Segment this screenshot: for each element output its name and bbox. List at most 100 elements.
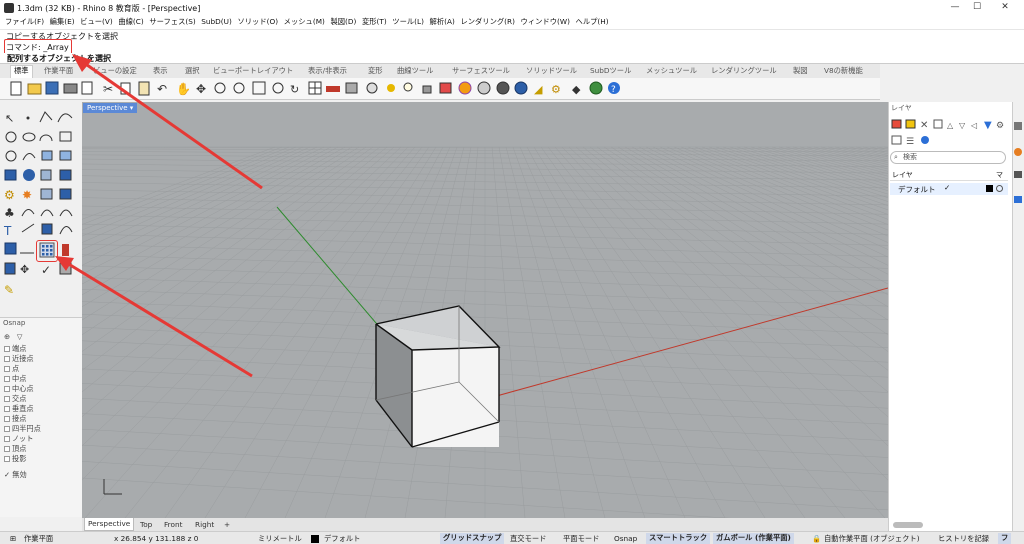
help-panel-icon[interactable] xyxy=(1014,196,1022,203)
menu-transform[interactable]: 変形(T) xyxy=(361,16,391,27)
menu-edit[interactable]: 編集(E) xyxy=(49,16,80,27)
move-down-icon[interactable]: ▽ xyxy=(959,121,966,130)
pan-icon[interactable]: ✋ xyxy=(176,82,191,96)
menu-view[interactable]: ビュー(V) xyxy=(79,16,117,27)
copy-icon[interactable] xyxy=(120,82,131,95)
point-tool-icon[interactable] xyxy=(26,116,30,120)
status-units[interactable]: ミリメートル xyxy=(258,534,302,544)
import-icon[interactable] xyxy=(81,81,93,95)
flow-icon[interactable] xyxy=(59,209,73,217)
layer-color-swatch[interactable] xyxy=(986,185,993,192)
filter-icon[interactable]: ▼ xyxy=(984,120,992,131)
osnap-vertex[interactable]: 頂点 xyxy=(4,444,26,454)
grasshopper-icon[interactable] xyxy=(589,81,603,95)
box-object[interactable] xyxy=(375,305,501,448)
circle-tool-icon[interactable] xyxy=(5,131,17,143)
plugin-icon[interactable]: ◆ xyxy=(572,83,581,96)
tab-subd-tools[interactable]: SubDツール xyxy=(590,66,631,76)
zoom-window-icon[interactable] xyxy=(233,82,245,94)
tab-display[interactable]: 表示 xyxy=(153,66,168,76)
layer-icon[interactable] xyxy=(439,82,452,94)
extrude-surface-icon[interactable] xyxy=(59,150,72,161)
polyline-icon[interactable] xyxy=(39,111,53,123)
tab-standard[interactable]: 標準 xyxy=(10,65,33,78)
smart-track-toggle[interactable]: スマートトラック xyxy=(646,533,711,544)
dimension-icon[interactable] xyxy=(21,223,35,233)
color-panel-icon[interactable] xyxy=(1014,148,1022,156)
layer-material-icon[interactable] xyxy=(996,185,1003,192)
shade-icon[interactable] xyxy=(345,82,358,94)
zoom-selected-icon[interactable] xyxy=(272,82,284,94)
hide-icon[interactable] xyxy=(59,262,72,275)
open-file-icon[interactable] xyxy=(27,83,42,95)
tab-viewport-layout[interactable]: ビューポートレイアウト xyxy=(213,66,293,76)
tab-right[interactable]: Right xyxy=(195,520,214,529)
viewport-label[interactable]: Perspective ▾ xyxy=(83,103,138,113)
osnap-knot[interactable]: ノット xyxy=(4,434,33,444)
material-ball-icon[interactable] xyxy=(477,81,491,95)
command-line[interactable] xyxy=(0,41,1024,53)
minimize-button[interactable]: — xyxy=(948,2,962,14)
move-up-parent-icon[interactable]: ◁ xyxy=(970,121,977,130)
add-view-tab-button[interactable]: + xyxy=(224,520,230,529)
ellipse-tool-icon[interactable] xyxy=(22,132,36,142)
menu-subd[interactable]: SubD(U) xyxy=(200,16,236,27)
tab-mesh-tools[interactable]: メッシュツール xyxy=(646,66,697,76)
help-icon[interactable]: ? xyxy=(608,82,620,95)
surface-icon[interactable] xyxy=(41,150,53,161)
tab-transform[interactable]: 変形 xyxy=(368,66,383,76)
environment-icon[interactable] xyxy=(496,81,510,95)
bend-solid-icon[interactable] xyxy=(4,262,16,275)
viewport-layout-icon[interactable] xyxy=(308,81,322,95)
menu-dimension[interactable]: 製図(D) xyxy=(329,16,361,27)
light-bulb-icon[interactable] xyxy=(403,82,413,92)
display-panel-icon[interactable] xyxy=(1014,171,1022,178)
menu-render[interactable]: レンダリング(R) xyxy=(459,16,519,27)
osnap-toggle[interactable]: Osnap xyxy=(614,534,637,543)
osnap-intersection[interactable]: 交点 xyxy=(4,394,26,404)
osnap-mid[interactable]: 中点 xyxy=(4,374,26,384)
text-tool-icon[interactable]: T xyxy=(3,224,12,238)
tab-surface-tools[interactable]: サーフェスツール xyxy=(452,66,510,76)
blend-icon[interactable]: ♣ xyxy=(4,206,15,220)
curve-icon[interactable] xyxy=(57,113,73,123)
offset-curve-icon[interactable] xyxy=(22,153,36,161)
tab-visibility[interactable]: 表示/非表示 xyxy=(308,66,347,76)
fillet-curve-icon[interactable] xyxy=(5,150,17,162)
layer-scrollbar[interactable] xyxy=(893,522,923,528)
table-view-icon[interactable] xyxy=(891,135,902,145)
point-icon[interactable] xyxy=(387,84,395,92)
array-linear-icon[interactable] xyxy=(62,244,69,256)
menu-file[interactable]: ファイル(F) xyxy=(4,16,49,27)
menu-tools[interactable]: ツール(L) xyxy=(391,16,428,27)
bend-icon[interactable] xyxy=(21,209,35,217)
menu-window[interactable]: ウィンドウ(W) xyxy=(520,16,575,27)
menu-surface[interactable]: サーフェス(S) xyxy=(148,16,200,27)
color-wheel-icon[interactable] xyxy=(458,81,472,95)
gear-tools-icon[interactable]: ⚙ xyxy=(551,83,561,96)
render-sphere-icon[interactable] xyxy=(514,81,528,95)
select-arrow-icon[interactable]: ↖ xyxy=(5,112,14,125)
move-icon[interactable] xyxy=(41,223,53,235)
menu-curve[interactable]: 曲線(C) xyxy=(117,16,148,27)
new-file-icon[interactable] xyxy=(10,81,22,96)
osnap-project[interactable]: 投影 xyxy=(4,454,26,464)
list-view-icon[interactable]: ☰ xyxy=(906,137,914,147)
record-history-toggle[interactable]: ヒストリを記録 xyxy=(938,534,989,544)
tab-curve-tools[interactable]: 曲線ツール xyxy=(397,66,433,76)
layer-row-default[interactable]: デフォルト ✓ xyxy=(890,183,1008,195)
check-tool-icon[interactable]: ✓ xyxy=(41,263,51,277)
zoom-icon[interactable] xyxy=(214,82,226,94)
menu-analyze[interactable]: 解析(A) xyxy=(429,16,460,27)
gear-solid-icon[interactable]: ⚙ xyxy=(4,188,15,202)
status-layer[interactable]: デフォルト xyxy=(324,534,360,544)
osnap-point[interactable]: 点 xyxy=(4,364,19,374)
osnap-toolbar[interactable]: ⊕ ▽ xyxy=(4,332,22,341)
planar-toggle[interactable]: 平面モード xyxy=(563,534,599,544)
rectangle-tool-icon[interactable] xyxy=(59,131,72,142)
car-icon[interactable] xyxy=(326,86,340,92)
move-up-icon[interactable]: △ xyxy=(947,121,954,130)
cylinder-tool-icon[interactable] xyxy=(40,169,52,181)
save-icon[interactable] xyxy=(45,81,59,95)
render-icon[interactable] xyxy=(366,82,378,94)
